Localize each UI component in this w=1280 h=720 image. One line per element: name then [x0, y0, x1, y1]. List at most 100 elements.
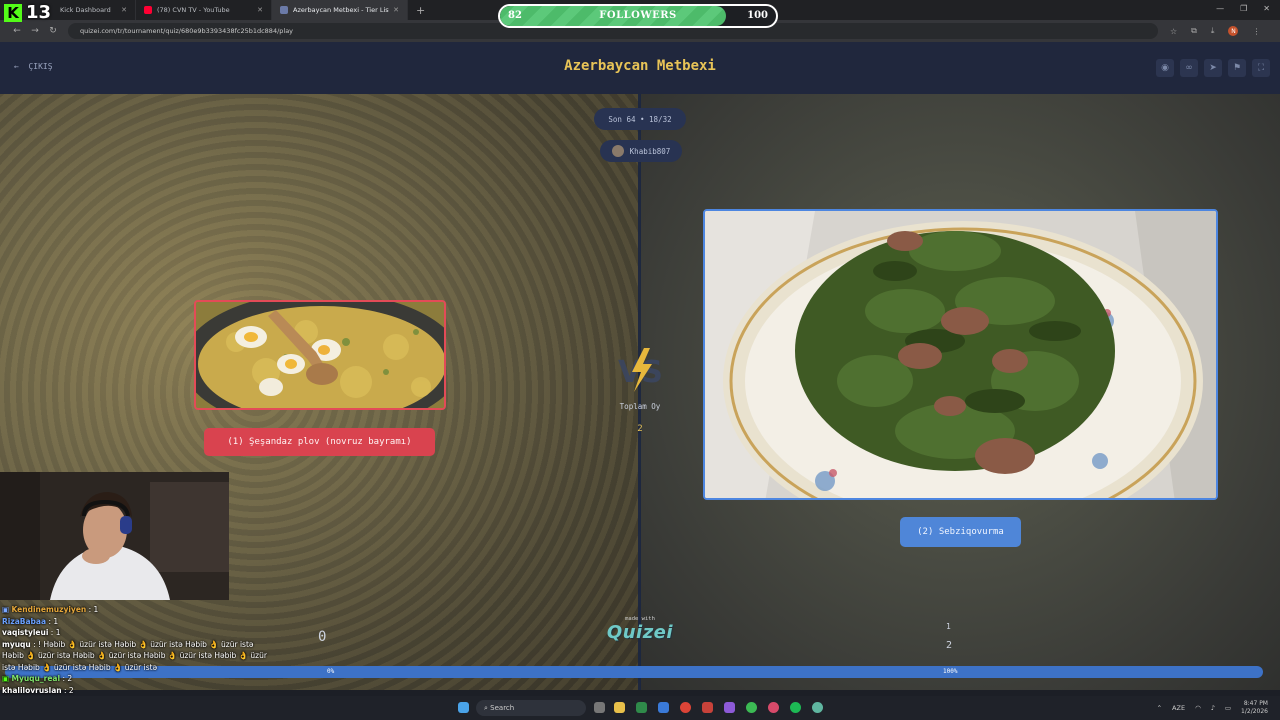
bookmark-star-icon[interactable]: ☆	[1170, 27, 1177, 36]
app-icon[interactable]	[702, 702, 713, 713]
reload-icon[interactable]: ↻	[44, 26, 62, 36]
eye-icon[interactable]: ◉	[1156, 59, 1174, 77]
back-icon[interactable]: ←	[8, 26, 26, 36]
left-option-button[interactable]: (1) Şeşandaz plov (novruz bayramı)	[204, 428, 435, 456]
left-option-label: (1) Şeşandaz plov (novruz bayramı)	[227, 437, 412, 447]
chat-message: myuqu : ! Həbib 👌 üzür istə Həbib 👌 üzür…	[2, 639, 272, 674]
right-score: 2	[946, 640, 953, 651]
quiz-title: Azerbaycan Metbexi	[564, 58, 716, 74]
left-option-image[interactable]	[194, 300, 446, 410]
forward-icon[interactable]: →	[26, 26, 44, 36]
download-icon[interactable]: ⤓	[1211, 26, 1215, 36]
app-icon[interactable]	[768, 702, 779, 713]
player-badge: Khabib807	[600, 140, 682, 162]
total-votes-count: 2	[637, 424, 643, 434]
spotify-icon[interactable]	[790, 702, 801, 713]
tab-youtube[interactable]: (78) CVN TV - YouTube ✕	[136, 0, 272, 20]
share-icon[interactable]: ➤	[1204, 59, 1222, 77]
link-icon[interactable]: ∞	[1180, 59, 1198, 77]
close-icon[interactable]: ✕	[121, 6, 127, 14]
tab-label: (78) CVN TV - YouTube	[157, 6, 230, 14]
tab-quizei[interactable]: Azerbaycan Metbexi - Tier List ✕	[272, 0, 408, 20]
clock-time: 8:47 PM	[1243, 700, 1268, 707]
chat-message: ▣ Myuqu_real : 2	[2, 673, 272, 685]
chat-message: RizaBabaa : 1	[2, 616, 272, 628]
new-tab-button[interactable]: +	[416, 4, 425, 17]
kick-overlay: K 13	[4, 2, 51, 23]
right-option-image[interactable]	[703, 209, 1218, 500]
extensions-icon[interactable]: ⧉	[1191, 26, 1197, 36]
kick-logo-icon: K	[4, 3, 22, 22]
language-indicator[interactable]: AZE	[1172, 704, 1185, 712]
chat-username: khalilovruslan	[2, 685, 62, 695]
vs-lightning-icon: VS	[618, 348, 663, 392]
streamer-webcam	[0, 472, 229, 600]
total-votes-label: Toplam Oy	[619, 402, 661, 411]
followers-goal-bar: 82 FOLLOWERS 100	[498, 4, 778, 28]
clock[interactable]: 8:47 PM 1/2/2026	[1241, 700, 1268, 716]
followers-goal: 100	[747, 10, 768, 21]
chrome-icon[interactable]	[746, 702, 757, 713]
round-badge: Son 64 • 18/32	[594, 108, 686, 130]
avatar	[611, 145, 624, 157]
chat-text: : 2	[62, 674, 73, 683]
app-icon[interactable]	[812, 702, 823, 713]
chat-text: : ! Həbib 👌 üzür istə Həbib 👌 üzür istə …	[2, 639, 267, 672]
app-icon[interactable]	[724, 702, 735, 713]
chat-text: : 1	[48, 616, 59, 626]
window-controls: — ❐ ✕	[1216, 4, 1270, 13]
chat-username: Myuqu_real	[11, 674, 61, 683]
quizei-logo[interactable]: Quizei	[600, 622, 680, 643]
system-tray: ⌃ AZE ◠ ♪ ▭ 8:47 PM 1/2/2026	[1157, 700, 1268, 716]
restore-icon[interactable]: ❐	[1240, 4, 1247, 13]
chrome-icon[interactable]	[680, 702, 691, 713]
chat-username: myuqu	[2, 639, 31, 649]
start-icon[interactable]	[458, 702, 469, 713]
kick-viewer-count: 13	[26, 2, 52, 23]
fullscreen-icon[interactable]: ⛶	[1252, 59, 1270, 77]
profile-avatar[interactable]: N	[1228, 26, 1239, 36]
chat-message: khalilovruslan : 2	[2, 685, 272, 697]
chat-text: : 1	[88, 605, 99, 614]
right-score-marker: 1	[946, 622, 951, 631]
chat-username: RizaBabaa	[2, 616, 47, 626]
volume-icon[interactable]: ♪	[1211, 704, 1215, 712]
right-option-button[interactable]: (2) Sebziqovurma	[900, 517, 1021, 547]
close-window-icon[interactable]: ✕	[1263, 4, 1270, 13]
progress-left-percent: 0%	[327, 668, 335, 675]
progress-right-percent: 100%	[943, 668, 958, 675]
clock-date: 1/2/2026	[1241, 708, 1268, 715]
tab-label: Azerbaycan Metbexi - Tier List	[293, 6, 390, 14]
url-text: quizei.com/tr/tournament/quiz/680e9b3393…	[80, 27, 294, 35]
plov-image	[196, 302, 444, 408]
tab-label: Kick Dashboard	[60, 6, 111, 14]
chat-message: ▣ Kendinemuzyiyen : 1	[2, 604, 272, 616]
file-explorer-icon[interactable]	[614, 702, 625, 713]
match-stage: Son 64 • 18/32 Khabib807 (1) Şeşandaz pl…	[0, 94, 1280, 690]
quizei-icon	[280, 6, 288, 14]
chat-username: vaqistyleui	[2, 628, 49, 637]
flag-icon[interactable]: ⚑	[1228, 59, 1246, 77]
quiz-header: ← ÇIKIŞ Azerbaycan Metbexi ◉ ∞ ➤ ⚑ ⛶	[0, 42, 1280, 94]
chat-text: : 1	[50, 628, 61, 637]
chat-text: : 2	[64, 685, 74, 695]
close-icon[interactable]: ✕	[257, 6, 263, 14]
taskbar-search[interactable]: ⌕ Search	[476, 700, 586, 716]
chat-username: Kendinemuzyiyen	[11, 605, 87, 614]
app-icon[interactable]	[636, 702, 647, 713]
search-label: Search	[490, 704, 515, 712]
menu-icon[interactable]: ⋮	[1252, 27, 1260, 36]
app-icon[interactable]	[658, 702, 669, 713]
left-score: 0	[318, 629, 327, 645]
sebziqovurma-image	[705, 211, 1216, 498]
webcam-feed	[0, 472, 229, 600]
task-view-icon[interactable]	[594, 702, 605, 713]
minimize-icon[interactable]: —	[1216, 4, 1224, 13]
close-icon[interactable]: ✕	[393, 6, 399, 14]
chevron-up-icon[interactable]: ⌃	[1157, 704, 1162, 712]
windows-taskbar: ⌕ Search ⌃ AZE ◠ ♪ ▭ 8:47 PM 1/2/2026	[0, 696, 1280, 720]
followers-label: FOLLOWERS	[599, 10, 677, 21]
youtube-icon	[144, 6, 152, 14]
wifi-icon[interactable]: ◠	[1195, 704, 1201, 712]
battery-icon[interactable]: ▭	[1225, 704, 1231, 712]
